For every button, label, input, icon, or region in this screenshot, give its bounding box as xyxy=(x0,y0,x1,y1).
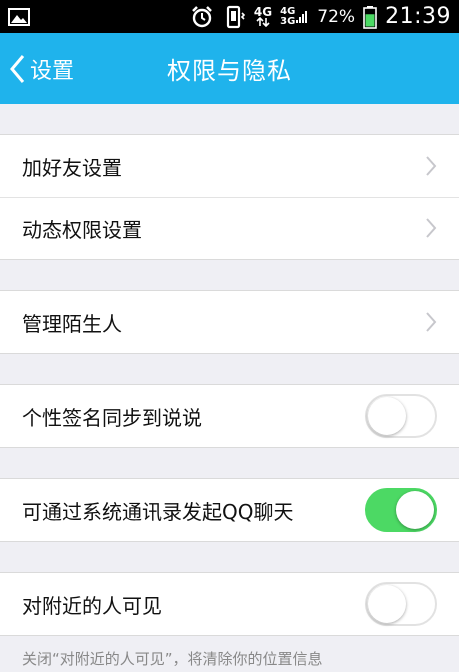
toggle-knob xyxy=(396,491,434,529)
status-bar: 4G 4G 3G 72% 21:39 xyxy=(0,0,459,33)
alarm-icon xyxy=(190,5,214,29)
row-sync-signature: 个性签名同步到说说 xyxy=(0,385,459,447)
row-manage-strangers[interactable]: 管理陌生人 xyxy=(0,291,459,353)
clock: 21:39 xyxy=(385,4,451,29)
signal-indicator: 4G 3G xyxy=(280,6,309,28)
battery-icon xyxy=(363,5,377,29)
vibrate-icon xyxy=(222,5,246,29)
settings-group-strangers: 管理陌生人 xyxy=(0,290,459,354)
settings-group-signature: 个性签名同步到说说 xyxy=(0,384,459,448)
back-button[interactable]: 设置 xyxy=(8,33,74,104)
row-visible-nearby: 对附近的人可见 xyxy=(0,573,459,635)
nav-bar: 权限与隐私 设置 xyxy=(0,33,459,104)
row-label: 对附近的人可见 xyxy=(22,593,162,618)
contacts-chat-toggle[interactable] xyxy=(365,488,437,532)
row-contacts-chat: 可通过系统通讯录发起QQ聊天 xyxy=(0,479,459,541)
row-add-friend-settings[interactable]: 加好友设置 xyxy=(0,135,459,197)
sync-signature-toggle[interactable] xyxy=(365,394,437,438)
back-button-label: 设置 xyxy=(30,58,75,84)
network-4g-label: 4G xyxy=(253,4,273,19)
chevron-left-icon xyxy=(10,54,25,83)
nearby-footnote: 关闭“对附近的人可见”，将清除你的位置信息 xyxy=(22,650,323,668)
visible-nearby-toggle[interactable] xyxy=(365,582,437,626)
network-4g-indicator: 4G xyxy=(253,4,273,27)
row-label: 管理陌生人 xyxy=(22,311,122,336)
signal-3g-label: 3G xyxy=(280,15,296,27)
settings-group-friends: 加好友设置 动态权限设置 xyxy=(0,134,459,260)
toggle-knob xyxy=(368,397,406,435)
row-label: 个性签名同步到说说 xyxy=(22,405,202,430)
settings-group-contacts: 可通过系统通讯录发起QQ聊天 xyxy=(0,478,459,542)
row-feed-permission-settings[interactable]: 动态权限设置 xyxy=(0,197,459,259)
row-label: 加好友设置 xyxy=(22,155,122,180)
settings-list: 加好友设置 动态权限设置 管理陌生人 个性签名同步到说说 可通过系统通讯录发起Q… xyxy=(0,104,459,669)
chevron-right-icon xyxy=(425,311,437,333)
settings-group-nearby: 对附近的人可见 xyxy=(0,572,459,636)
data-arrows-icon xyxy=(256,16,270,27)
signal-bars-icon xyxy=(296,10,308,23)
row-label: 可通过系统通讯录发起QQ聊天 xyxy=(22,499,294,524)
chevron-right-icon xyxy=(425,217,437,239)
signal-4g-label: 4G xyxy=(280,5,296,17)
row-label: 动态权限设置 xyxy=(22,217,142,242)
battery-percent: 72% xyxy=(317,6,356,27)
chevron-right-icon xyxy=(425,155,437,177)
image-icon xyxy=(8,7,30,26)
toggle-knob xyxy=(368,585,406,623)
